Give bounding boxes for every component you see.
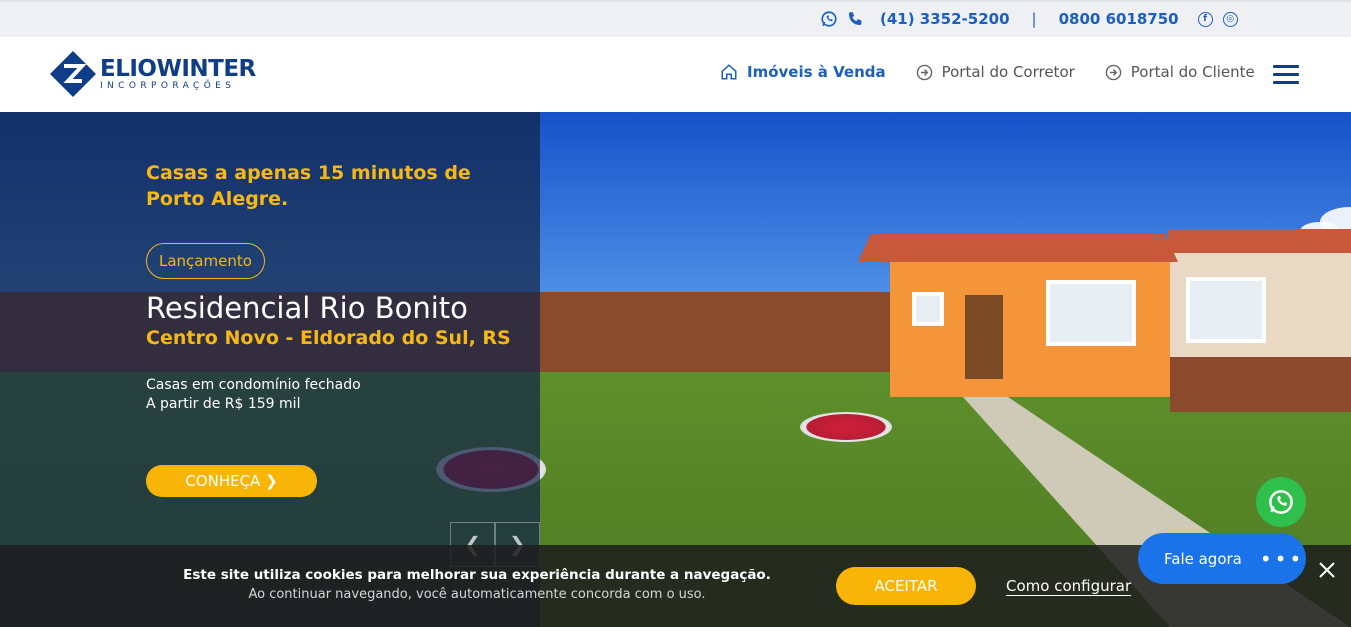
whatsapp-icon[interactable] — [820, 10, 838, 28]
toll-free-number[interactable]: 0800 6018750 — [1059, 10, 1179, 28]
contact-info: (41) 3352-5200 | 0800 6018750 f ◎ — [820, 10, 1238, 28]
site-header: ELIOWINTER INCORPORAÇÕES Imóveis à Venda… — [0, 37, 1351, 112]
logo-mark-icon — [50, 51, 96, 97]
instagram-icon[interactable]: ◎ — [1222, 11, 1238, 27]
contact-separator: | — [1031, 10, 1037, 28]
hero-desc-line: A partir de R$ 159 mil — [146, 396, 301, 412]
logo-subtitle: INCORPORAÇÕES — [100, 81, 236, 91]
nav-imoveis-a-venda[interactable]: Imóveis à Venda — [720, 63, 886, 81]
chat-button[interactable]: Fale agora ••• — [1138, 533, 1306, 584]
hamburger-menu-icon[interactable] — [1273, 65, 1299, 85]
cookie-submessage: Ao continuar navegando, você automaticam… — [248, 587, 706, 602]
nav-label: Portal do Corretor — [941, 63, 1075, 81]
launch-badge: Lançamento — [146, 243, 265, 279]
configure-cookies-link[interactable]: Como configurar — [1006, 577, 1132, 596]
facebook-icon[interactable]: f — [1197, 11, 1213, 27]
login-arrow-icon — [1105, 64, 1122, 80]
hero-tagline: Casas a apenas 15 minutos de Porto Alegr… — [146, 162, 471, 210]
nav-portal-do-corretor[interactable]: Portal do Corretor — [916, 63, 1075, 81]
logo-name: ELIOWINTER — [100, 56, 256, 82]
accept-cookies-button[interactable]: ACEITAR — [836, 567, 976, 605]
hero-location: Centro Novo - Eldorado do Sul, RS — [146, 327, 511, 349]
hero-content: Casas a apenas 15 minutos de Porto Alegr… — [146, 160, 516, 414]
nav-label: Imóveis à Venda — [747, 63, 886, 81]
whatsapp-icon — [1269, 490, 1293, 514]
home-icon — [721, 64, 737, 80]
cookie-banner: Este site utiliza cookies para melhorar … — [0, 533, 1351, 627]
login-arrow-icon — [916, 64, 932, 80]
whatsapp-float-button[interactable] — [1256, 477, 1306, 527]
nav-portal-do-cliente[interactable]: Portal do Cliente — [1105, 63, 1255, 81]
conheca-button[interactable]: CONHEÇA ❯ — [146, 465, 317, 497]
phone-icon[interactable] — [846, 10, 864, 28]
nav-label: Portal do Cliente — [1130, 63, 1255, 81]
logo[interactable]: ELIOWINTER INCORPORAÇÕES — [50, 51, 256, 97]
hero-description: Casas em condomínio fechado A partir de … — [146, 376, 516, 414]
chat-dots-icon: ••• — [1259, 546, 1305, 571]
top-contact-bar: (41) 3352-5200 | 0800 6018750 f ◎ — [0, 0, 1351, 37]
close-icon[interactable] — [1316, 559, 1338, 581]
phone-number[interactable]: (41) 3352-5200 — [880, 10, 1010, 28]
cookie-text: Este site utiliza cookies para melhorar … — [0, 567, 954, 602]
cookie-message: Este site utiliza cookies para melhorar … — [183, 567, 771, 583]
chat-label: Fale agora — [1164, 549, 1242, 568]
hero-desc-line: Casas em condomínio fechado — [146, 377, 361, 393]
hero-title: Residencial Rio Bonito — [146, 291, 468, 325]
main-nav: Imóveis à Venda Portal do Corretor Porta… — [720, 63, 1285, 81]
